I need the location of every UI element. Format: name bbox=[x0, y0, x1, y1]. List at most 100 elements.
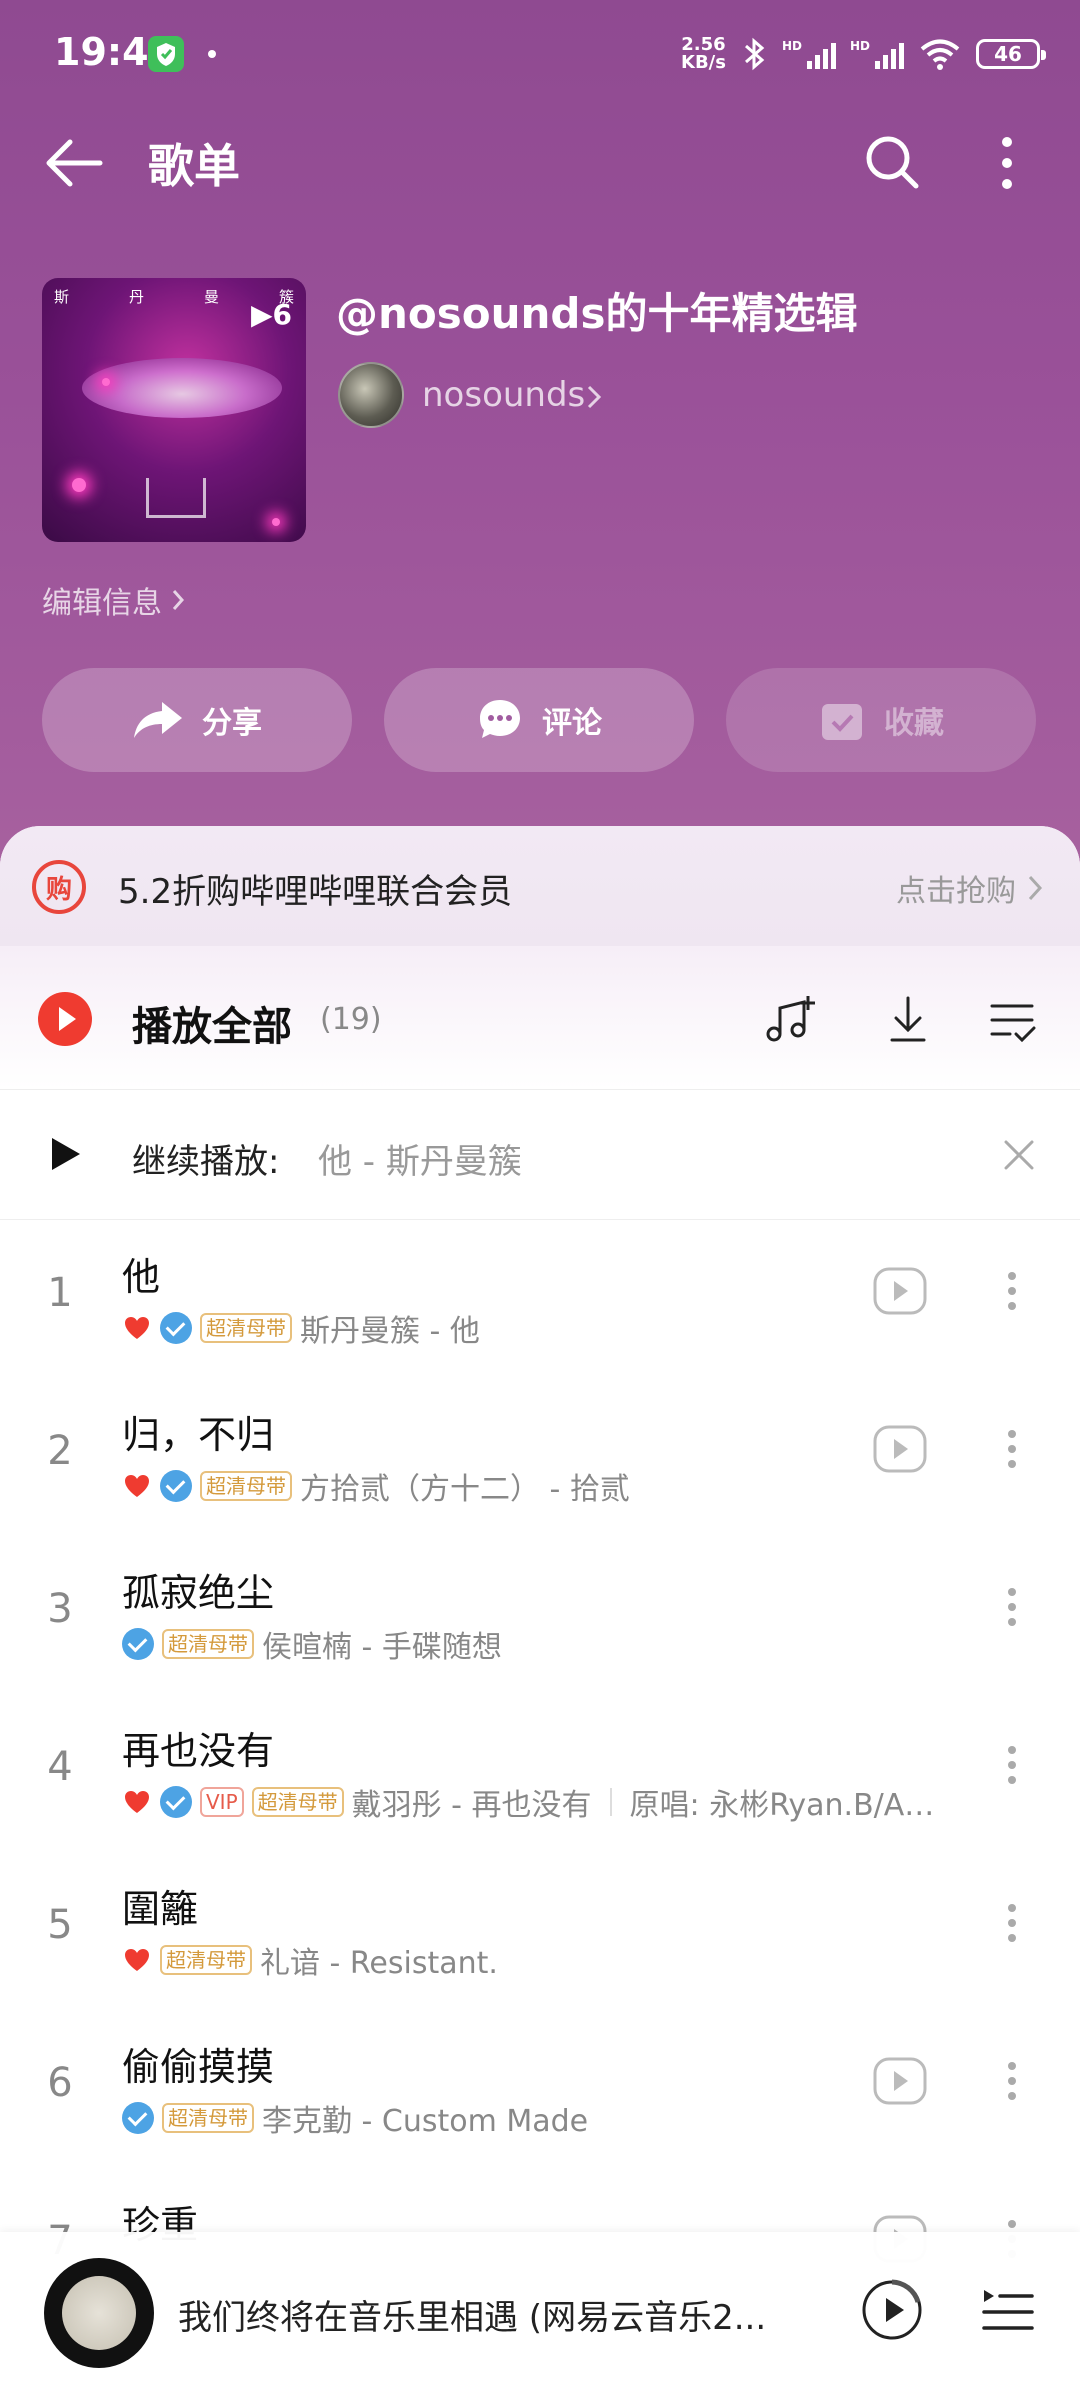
song-meta: VIP 超清母带 戴羽彤 - 再也没有 原唱: 永彬Ryan.B/A… bbox=[122, 1782, 934, 1822]
artist-album: 李克勤 - Custom Made bbox=[262, 2104, 589, 2138]
song-row[interactable]: 4 再也没有 VIP 超清母带 戴羽彤 - 再也没有 原唱: 永彬Ryan.B/… bbox=[0, 1694, 1080, 1852]
shield-icon bbox=[148, 36, 184, 72]
quality-badge: 超清母带 bbox=[162, 1629, 254, 1659]
cover-art-glow bbox=[72, 478, 86, 492]
add-music-button[interactable] bbox=[760, 990, 820, 1050]
bluetooth-icon bbox=[744, 37, 765, 71]
heart-icon bbox=[125, 1791, 149, 1813]
now-playing-title[interactable]: 我们终将在音乐里相遇 (网易云音乐2... bbox=[178, 2290, 818, 2339]
download-icon bbox=[890, 996, 926, 1042]
song-number: 5 bbox=[47, 1902, 73, 1948]
signal-2-icon: HD bbox=[850, 39, 904, 69]
play-icon bbox=[52, 1138, 80, 1170]
song-number: 2 bbox=[47, 1428, 73, 1474]
song-more-button[interactable] bbox=[992, 1740, 1032, 1790]
signal-2-hd: HD bbox=[849, 39, 870, 53]
song-number: 1 bbox=[47, 1270, 73, 1316]
multi-select-button[interactable] bbox=[982, 990, 1042, 1050]
song-number: 4 bbox=[47, 1744, 73, 1790]
song-row[interactable]: 6 偷偷摸摸 超清母带 李克勤 - Custom Made bbox=[0, 2010, 1080, 2168]
network-speed-unit: KB/s bbox=[681, 52, 726, 73]
share-label: 分享 bbox=[202, 706, 262, 741]
more-vertical-icon bbox=[1008, 1904, 1016, 1942]
back-button[interactable] bbox=[40, 128, 110, 198]
artist-album: 戴羽彤 - 再也没有 bbox=[351, 1788, 592, 1822]
artist-album: 方拾贰（方十二） - 拾贰 bbox=[300, 1472, 630, 1506]
song-number: 3 bbox=[47, 1586, 73, 1632]
verified-icon bbox=[160, 1312, 192, 1344]
play-all-bar: 播放全部 (19) bbox=[0, 946, 1080, 1090]
mv-play-button[interactable] bbox=[872, 1424, 928, 1474]
close-button[interactable] bbox=[996, 1132, 1042, 1178]
verified-icon bbox=[122, 1628, 154, 1660]
more-vertical-icon bbox=[1002, 137, 1012, 189]
song-more-button[interactable] bbox=[992, 1424, 1032, 1474]
more-vertical-icon bbox=[1008, 2062, 1016, 2100]
owner-name[interactable]: nosounds bbox=[422, 375, 585, 415]
cover-art-glow bbox=[102, 378, 110, 386]
continue-playing-row[interactable]: 继续播放: 他 - 斯丹曼簇 bbox=[0, 1090, 1080, 1220]
collect-label: 收藏 bbox=[884, 706, 944, 741]
play-all-button[interactable]: 播放全部 bbox=[132, 994, 292, 1052]
status-bar: 19:42 2.56 KB/s HD HD 46 bbox=[0, 0, 1080, 110]
song-row[interactable]: 3 孤寂绝尘 超清母带 侯暄楠 - 手碟随想 bbox=[0, 1536, 1080, 1694]
signal-1-icon: HD bbox=[782, 39, 836, 69]
heart-icon bbox=[125, 1475, 149, 1497]
video-play-icon bbox=[873, 2057, 927, 2105]
search-button[interactable] bbox=[858, 128, 928, 198]
chevron-right-icon bbox=[172, 590, 185, 610]
page-title: 歌单 bbox=[148, 139, 240, 193]
edit-info-link[interactable]: 编辑信息 bbox=[42, 578, 186, 622]
song-more-button[interactable] bbox=[992, 1266, 1032, 1316]
continue-label: 继续播放: bbox=[132, 1142, 280, 1182]
verified-icon bbox=[160, 1786, 192, 1818]
collect-button[interactable]: 收藏 bbox=[726, 668, 1036, 772]
now-playing-cover bbox=[62, 2276, 136, 2350]
promo-banner[interactable]: 购 5.2折购哔哩哔哩联合会员 点击抢购 bbox=[0, 826, 1080, 946]
song-more-button[interactable] bbox=[992, 2056, 1032, 2106]
more-options-button[interactable] bbox=[982, 128, 1032, 198]
list-check-icon bbox=[990, 1004, 1036, 1043]
play-all-icon[interactable] bbox=[38, 992, 92, 1046]
wifi-icon bbox=[920, 39, 960, 70]
share-button[interactable]: 分享 bbox=[42, 668, 352, 772]
vip-badge: VIP bbox=[200, 1787, 244, 1817]
song-row[interactable]: 5 圍籬 超清母带 礼谙 - Resistant. bbox=[0, 1852, 1080, 2010]
download-button[interactable] bbox=[878, 990, 938, 1050]
song-title: 孤寂绝尘 bbox=[122, 1571, 275, 1615]
song-row[interactable]: 2 归，不归 超清母带 方拾贰（方十二） - 拾贰 bbox=[0, 1378, 1080, 1536]
edit-info-label: 编辑信息 bbox=[42, 586, 162, 621]
song-title: 圍籬 bbox=[122, 1887, 199, 1931]
original-singer: 原唱: 永彬Ryan.B/A… bbox=[629, 1788, 935, 1822]
more-vertical-icon bbox=[1008, 1746, 1016, 1784]
chevron-right-icon[interactable] bbox=[584, 382, 604, 412]
mini-player[interactable]: 我们终将在音乐里相遇 (网易云音乐2... bbox=[0, 2232, 1080, 2400]
purchase-icon: 购 bbox=[32, 860, 86, 914]
song-row[interactable]: 1 他 超清母带 斯丹曼簇 - 他 bbox=[0, 1220, 1080, 1378]
music-add-icon bbox=[766, 996, 815, 1042]
playlist-cover[interactable]: 斯 丹 曼 簇 ▶6 bbox=[42, 278, 306, 542]
cover-play-count: ▶6 bbox=[250, 298, 292, 331]
avatar[interactable] bbox=[338, 362, 404, 428]
promo-text: 5.2折购哔哩哔哩联合会员 bbox=[118, 872, 513, 912]
mv-play-button[interactable] bbox=[872, 2056, 928, 2106]
search-icon bbox=[866, 136, 919, 189]
artist-album: 侯暄楠 - 手碟随想 bbox=[262, 1630, 502, 1664]
collect-icon bbox=[822, 704, 862, 740]
more-vertical-icon bbox=[1008, 1272, 1016, 1310]
mv-play-button[interactable] bbox=[872, 1266, 928, 1316]
now-playing-disc[interactable] bbox=[44, 2258, 154, 2368]
play-pause-button[interactable] bbox=[860, 2278, 924, 2342]
cover-letter: 曼 bbox=[203, 288, 219, 306]
promo-cta[interactable]: 点击抢购 bbox=[896, 866, 1044, 910]
queue-icon bbox=[982, 2290, 1034, 2330]
song-more-button[interactable] bbox=[992, 1582, 1032, 1632]
song-count: (19) bbox=[320, 1002, 382, 1037]
playlist-queue-button[interactable] bbox=[978, 2282, 1038, 2338]
comment-button[interactable]: 评论 bbox=[384, 668, 694, 772]
song-more-button[interactable] bbox=[992, 1898, 1032, 1948]
more-vertical-icon bbox=[1008, 1430, 1016, 1468]
quality-badge: 超清母带 bbox=[200, 1313, 292, 1343]
song-meta: 超清母带 李克勤 - Custom Made bbox=[122, 2098, 588, 2138]
comment-icon bbox=[480, 700, 520, 738]
